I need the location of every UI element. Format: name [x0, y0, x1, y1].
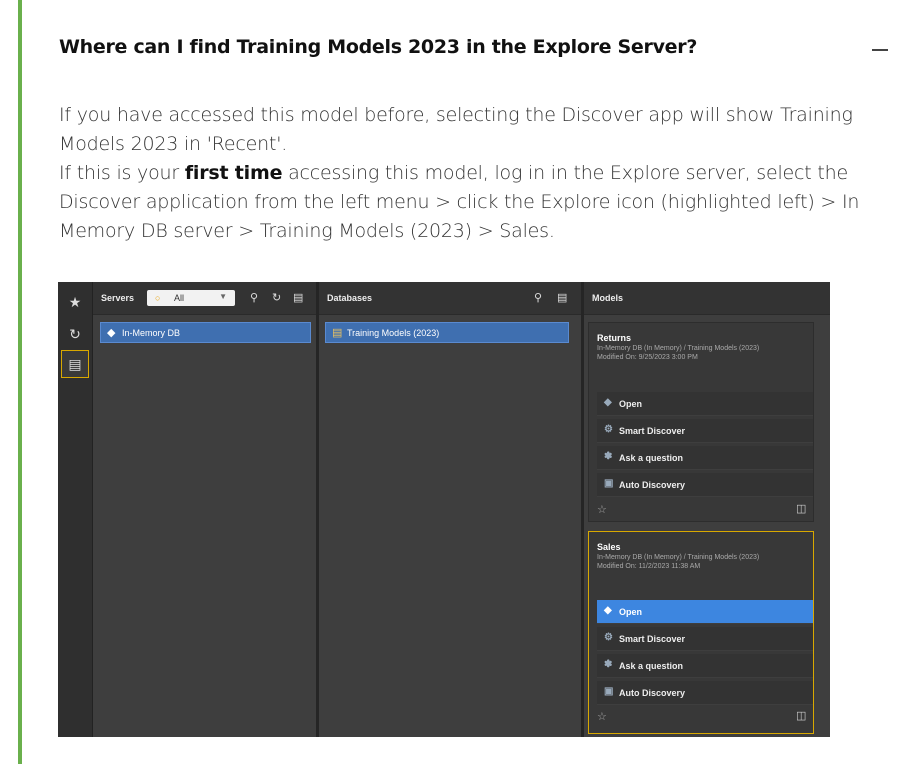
open-icon: ◆ [604, 605, 612, 616]
server-filter-select[interactable]: ○ All ▼ [147, 290, 235, 306]
database-icon: ▤ [332, 327, 343, 339]
answer-text: If this is your [59, 162, 185, 184]
smart-discover-button[interactable]: ⚙ Smart Discover [597, 627, 813, 651]
ask-question-label: Ask a question [619, 453, 684, 463]
chevron-down-icon: ▼ [219, 292, 227, 301]
databases-header: Databases ⚲ ▤ [319, 282, 581, 315]
auto-discovery-button[interactable]: ▣ Auto Discovery [597, 681, 813, 705]
auto-discovery-icon: ▣ [604, 686, 614, 697]
search-icon[interactable]: ⚲ [250, 291, 258, 304]
answer-paragraph-2: If this is your first time accessing thi… [59, 159, 899, 246]
model-path: In-Memory DB (In Memory) / Training Mode… [597, 345, 760, 352]
model-card-sales[interactable]: Sales In-Memory DB (In Memory) / Trainin… [588, 531, 814, 734]
server-item[interactable]: ◆ In-Memory DB [100, 322, 311, 343]
servers-header: Servers ○ All ▼ ⚲ ↻ ▤ [93, 282, 316, 315]
smart-discover-icon: ⚙ [604, 632, 613, 643]
open-button[interactable]: ◆ Open [597, 600, 813, 624]
ask-question-label: Ask a question [619, 661, 684, 671]
favorite-icon[interactable]: ☆ [597, 503, 607, 516]
collapse-icon[interactable] [872, 49, 888, 51]
ask-question-icon: ✽ [604, 451, 613, 462]
smart-discover-icon: ⚙ [604, 424, 613, 435]
faq-answer: If you have accessed this model before, … [59, 101, 899, 246]
auto-discovery-label: Auto Discovery [619, 688, 686, 698]
servers-panel: Servers ○ All ▼ ⚲ ↻ ▤ ◆ In-Memory DB [93, 282, 316, 737]
smart-discover-label: Smart Discover [619, 634, 686, 644]
refresh-icon[interactable]: ↻ [272, 291, 281, 304]
smart-discover-label: Smart Discover [619, 426, 686, 436]
filter-value: All [174, 293, 185, 303]
ask-question-button[interactable]: ✽ Ask a question [597, 446, 813, 470]
faq-question[interactable]: Where can I find Training Models 2023 in… [59, 36, 697, 58]
search-icon[interactable]: ⚲ [534, 291, 542, 304]
databases-title: Databases [327, 293, 373, 303]
history-icon[interactable]: ↻ [61, 320, 89, 348]
model-name: Returns [597, 333, 632, 343]
open-button[interactable]: ◆ Open [597, 392, 813, 416]
model-modified: Modified On: 9/25/2023 3:00 PM [597, 354, 698, 361]
model-path: In-Memory DB (In Memory) / Training Mode… [597, 554, 760, 561]
model-modified: Modified On: 11/2/2023 11:38 AM [597, 563, 701, 570]
ask-question-icon: ✽ [604, 659, 613, 670]
database-icon[interactable]: ▤ [61, 350, 89, 378]
auto-discovery-icon: ▣ [604, 478, 614, 489]
add-database-icon[interactable]: ▤ [557, 291, 567, 304]
star-icon[interactable]: ★ [61, 288, 89, 316]
export-icon[interactable]: ◫ [796, 709, 806, 722]
add-server-icon[interactable]: ▤ [293, 291, 303, 304]
server-item-label: In-Memory DB [122, 328, 181, 338]
favorite-icon[interactable]: ☆ [597, 710, 607, 723]
database-item[interactable]: ▤ Training Models (2023) [325, 322, 569, 343]
export-icon[interactable]: ◫ [796, 502, 806, 515]
databases-panel: Databases ⚲ ▤ ▤ Training Models (2023) [319, 282, 581, 737]
auto-discovery-label: Auto Discovery [619, 480, 686, 490]
open-icon: ◆ [604, 397, 612, 408]
models-panel: Models Returns In-Memory DB (In Memory) … [584, 282, 830, 737]
models-title: Models [592, 293, 624, 303]
embedded-app-screenshot: ★ ↻ ▤ Servers ○ All ▼ ⚲ ↻ ▤ ◆ In-Memory … [58, 282, 830, 737]
filter-icon: ○ [155, 293, 161, 303]
model-card-returns[interactable]: Returns In-Memory DB (In Memory) / Train… [588, 322, 814, 522]
database-item-label: Training Models (2023) [347, 328, 440, 338]
answer-emphasis: first time [184, 162, 283, 184]
left-rail: ★ ↻ ▤ [58, 282, 93, 737]
models-header: Models [584, 282, 830, 315]
open-label: Open [619, 607, 643, 617]
open-label: Open [619, 399, 643, 409]
model-name: Sales [597, 542, 621, 552]
accent-bar [18, 0, 22, 764]
smart-discover-button[interactable]: ⚙ Smart Discover [597, 419, 813, 443]
answer-paragraph-1: If you have accessed this model before, … [59, 104, 853, 155]
servers-title: Servers [101, 293, 135, 303]
ask-question-button[interactable]: ✽ Ask a question [597, 654, 813, 678]
server-icon: ◆ [107, 327, 116, 339]
auto-discovery-button[interactable]: ▣ Auto Discovery [597, 473, 813, 497]
